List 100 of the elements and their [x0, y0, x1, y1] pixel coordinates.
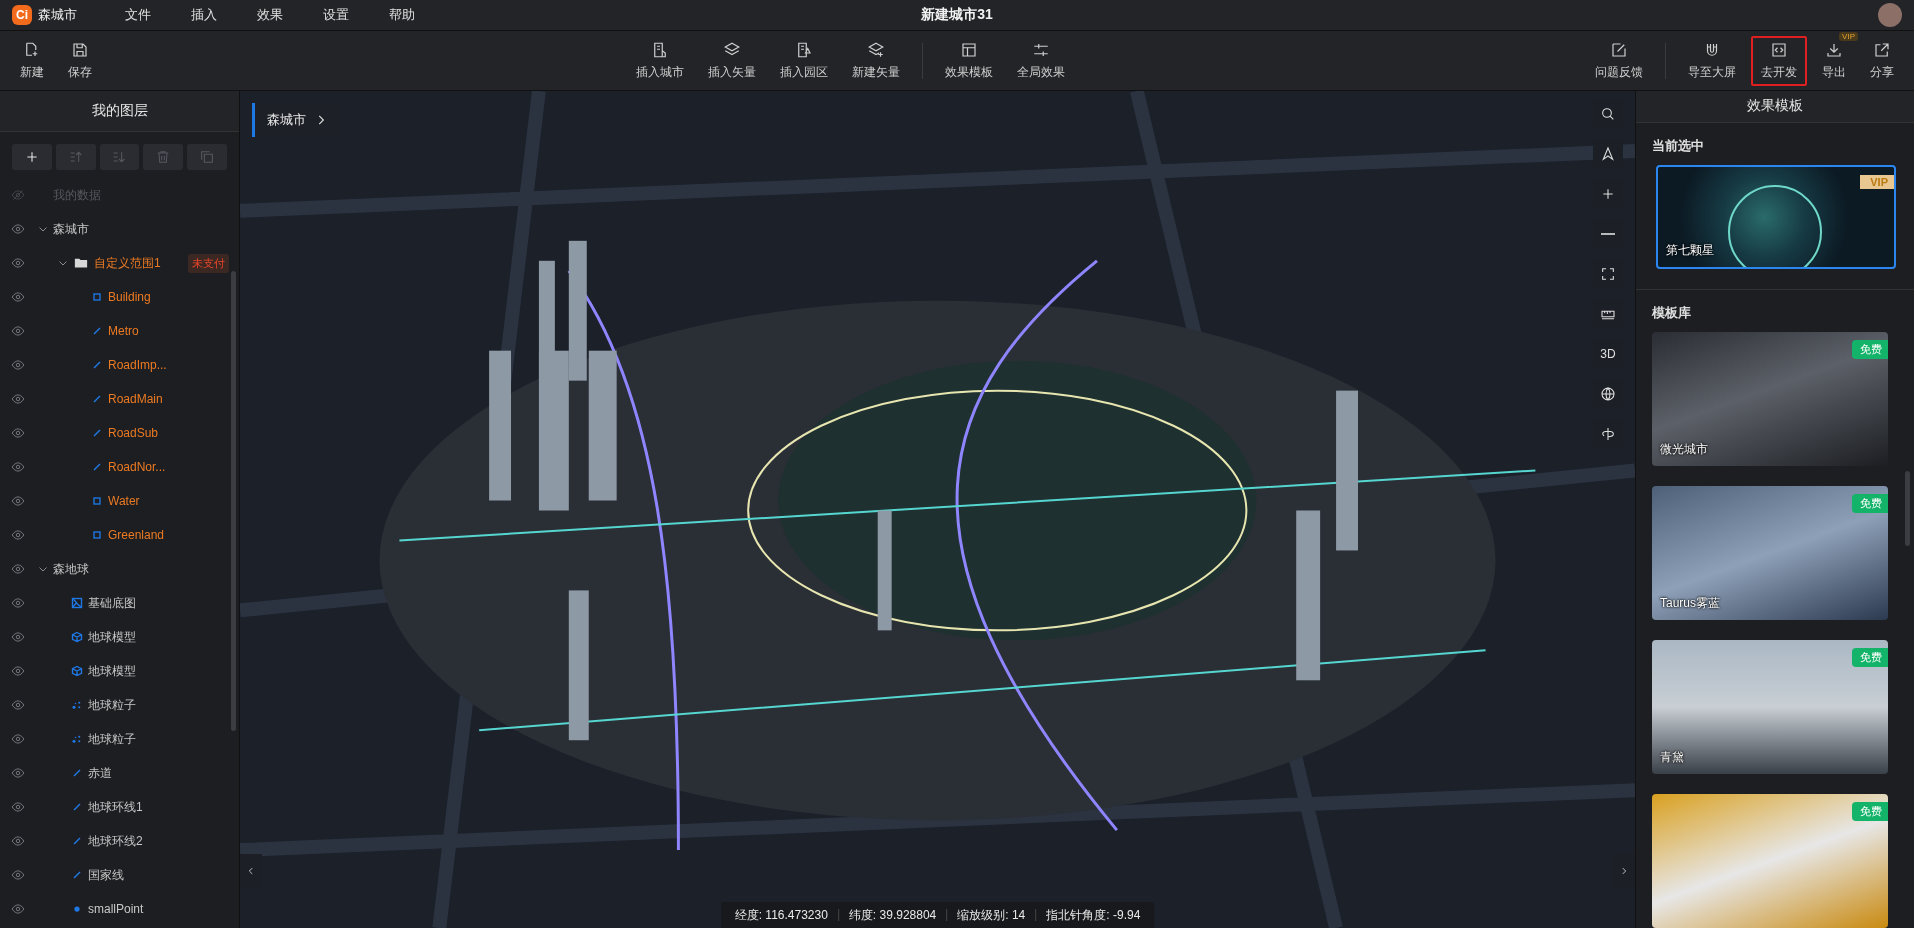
city-file-icon [651, 40, 669, 59]
toolbar-button[interactable]: 分享 [1861, 36, 1903, 85]
eye-icon[interactable] [11, 562, 25, 576]
toolbar-button[interactable]: 效果模板 [936, 36, 1002, 85]
layer-row[interactable]: 地球模型 [0, 654, 229, 688]
section-heading: 当前选中 [1651, 136, 1705, 155]
eye-icon[interactable] [11, 358, 25, 372]
layer-name: smallPoint [88, 902, 144, 916]
status-text: 缩放级别: 14 [957, 906, 1026, 924]
toolbar-button[interactable]: 新建 [11, 36, 53, 85]
globe-button[interactable] [1593, 379, 1623, 409]
zoom-in-button[interactable] [1593, 179, 1623, 209]
layer-row[interactable]: 基础底图 [0, 586, 229, 620]
status-text: 纬度: 39.928804 [848, 906, 937, 924]
eye-icon[interactable] [11, 256, 25, 270]
layer-row[interactable]: 森地球 [0, 552, 229, 586]
layer-name: 地球模型 [88, 628, 136, 646]
menu-item[interactable]: 插入 [171, 6, 237, 24]
eye-icon[interactable] [11, 528, 25, 542]
app-name: 森城市 [38, 6, 77, 24]
eye-icon[interactable] [11, 460, 25, 474]
user-avatar[interactable] [1878, 3, 1902, 27]
layer-row[interactable]: RoadSub [0, 416, 229, 450]
template-name: 微光城市 [1660, 441, 1708, 458]
eye-icon[interactable] [11, 426, 25, 440]
toolbar-button[interactable]: 新建矢量 [843, 36, 909, 85]
layer-row[interactable]: 地球环线1 [0, 790, 229, 824]
toolbar-button[interactable]: 去开发 [1751, 35, 1807, 86]
eye-icon[interactable] [11, 732, 25, 746]
layer-row[interactable]: smallPoint [0, 892, 229, 926]
compass-arrow-button[interactable] [1593, 139, 1623, 169]
eye-icon[interactable] [11, 596, 25, 610]
layer-name: 赤道 [88, 764, 112, 782]
eye-icon[interactable] [11, 902, 25, 916]
fullscreen-button[interactable] [1593, 259, 1623, 289]
menu-item[interactable]: 效果 [237, 6, 303, 24]
toolbar-button[interactable]: 问题反馈 [1586, 36, 1652, 85]
line-icon [71, 767, 83, 779]
layer-row[interactable]: Water [0, 484, 229, 518]
breadcrumb-text[interactable]: 森城市 [267, 111, 306, 129]
template-card[interactable]: 免费 青黛 [1652, 640, 1888, 774]
layer-row[interactable]: 自定义范围1 未支付 [0, 246, 229, 280]
template-name: 第七颗星 [1666, 242, 1714, 260]
toolbar-button[interactable]: 保存 [59, 36, 101, 85]
search-button[interactable] [1593, 99, 1623, 129]
layer-row[interactable]: Metro [0, 314, 229, 348]
eye-icon[interactable] [11, 222, 25, 236]
layer-row[interactable]: Greenland [0, 518, 229, 552]
toolbar-button[interactable]: 全局效果 [1008, 36, 1074, 85]
eye-icon[interactable] [11, 766, 25, 780]
template-name: Taurus雾蓝 [1660, 595, 1721, 612]
menu-item[interactable]: 帮助 [369, 6, 435, 24]
menu-item[interactable]: 设置 [303, 6, 369, 24]
folder-icon [73, 256, 89, 270]
layer-row[interactable]: 赤道 [0, 756, 229, 790]
layer-row[interactable]: RoadNor... [0, 450, 229, 484]
layer-row[interactable]: 地球粒子 [0, 722, 229, 756]
view-mode-button[interactable]: 3D [1593, 339, 1623, 369]
status-text: 指北针角度: -9.94 [1046, 906, 1141, 924]
layer-row[interactable]: Building [0, 280, 229, 314]
layer-row[interactable]: 森城市 [0, 212, 229, 246]
layer-row[interactable]: RoadImp... [0, 348, 229, 382]
eye-icon[interactable] [11, 698, 25, 712]
eye-icon[interactable] [11, 834, 25, 848]
chevron-right-icon [1619, 865, 1629, 877]
layer-row[interactable]: 地球粒子 [0, 688, 229, 722]
toolbar-button[interactable]: 插入城市 [627, 36, 693, 85]
rotate-button[interactable] [1593, 419, 1623, 449]
layer-row[interactable]: 地球模型 [0, 620, 229, 654]
eye-icon[interactable] [11, 324, 25, 338]
delete-button[interactable] [143, 144, 184, 170]
ruler-button[interactable] [1593, 299, 1623, 329]
toolbar-button[interactable]: 插入矢量 [699, 36, 765, 85]
eye-icon[interactable] [11, 664, 25, 678]
eye-icon[interactable] [11, 630, 25, 644]
template-card[interactable]: 免费 微光城市 [1652, 332, 1888, 466]
eye-icon[interactable] [11, 868, 25, 882]
add-layer-button[interactable] [12, 144, 52, 170]
eye-icon[interactable] [11, 494, 25, 508]
zoom-out-button[interactable] [1593, 219, 1623, 249]
eye-icon[interactable] [11, 392, 25, 406]
toolbar-button[interactable]: 插入园区 [771, 36, 837, 85]
line-icon [71, 869, 83, 881]
chevron-left-icon [246, 865, 256, 877]
layer-row[interactable]: 国家线 [0, 858, 229, 892]
eye-icon[interactable] [11, 800, 25, 814]
document-title: 新建城市31 [921, 6, 993, 24]
template-card[interactable]: VIP 第七颗星 [1656, 164, 1896, 270]
layer-row[interactable]: 地球环线2 [0, 824, 229, 858]
eye-icon[interactable] [11, 290, 25, 304]
layer-name: 基础底图 [88, 594, 136, 612]
rotate-icon [1600, 426, 1616, 442]
layer-name: 地球环线1 [88, 798, 143, 816]
layers-plus-icon [867, 40, 885, 59]
park-file-icon [795, 40, 813, 59]
layer-name: 地球模型 [88, 662, 136, 680]
toolbar-button[interactable]: 导至大屏 [1679, 36, 1745, 85]
copy-button[interactable] [187, 144, 227, 170]
menu-item[interactable]: 文件 [105, 6, 171, 24]
layer-row[interactable]: RoadMain [0, 382, 229, 416]
